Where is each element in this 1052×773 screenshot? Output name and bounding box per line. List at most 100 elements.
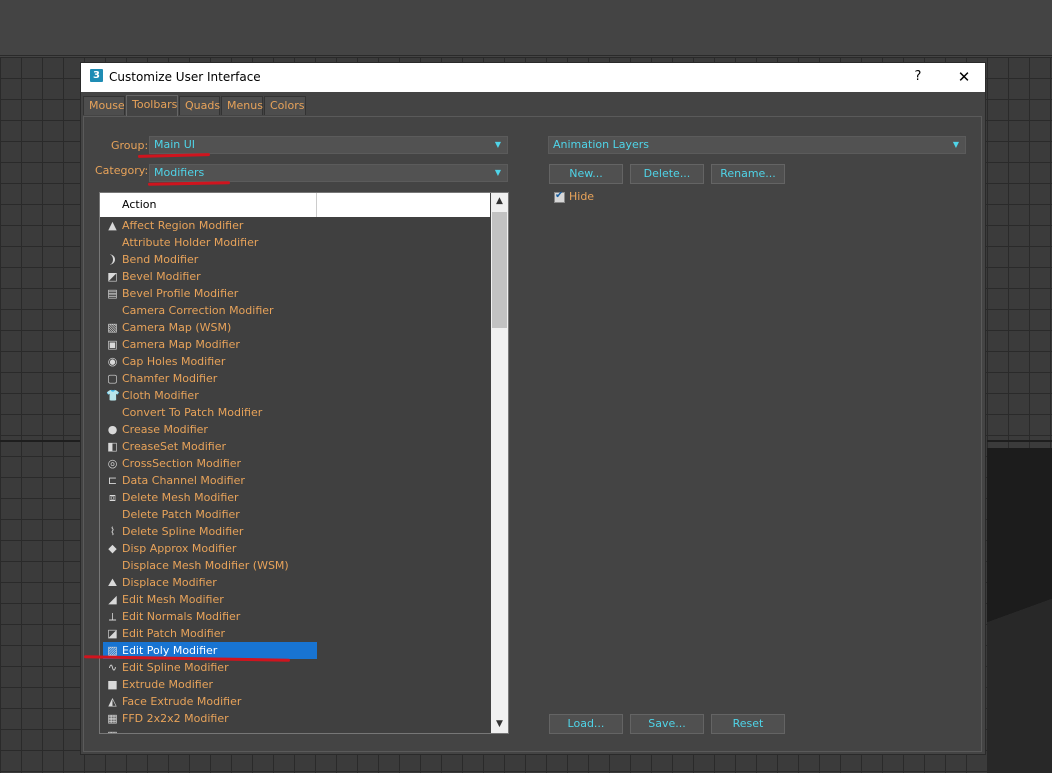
hide-checkbox[interactable]	[554, 190, 565, 203]
list-item-label: Cloth Modifier	[122, 389, 199, 402]
list-item[interactable]: ◆ Disp Approx Modifier	[100, 540, 490, 557]
list-item[interactable]: ▧ Camera Map (WSM)	[100, 319, 490, 336]
edit-patch-icon: ◪	[107, 627, 118, 640]
tab-menus[interactable]: Menus	[221, 96, 263, 115]
list-item[interactable]: ▤ Bevel Profile Modifier	[100, 285, 490, 302]
chevron-down-icon: ▼	[494, 168, 501, 177]
list-item-label: Edit Spline Modifier	[122, 661, 229, 674]
list-item[interactable]: ⧈ Delete Mesh Modifier	[100, 489, 490, 506]
list-item[interactable]: ❩ Bend Modifier	[100, 251, 490, 268]
list-item[interactable]: ▣ Camera Map Modifier	[100, 336, 490, 353]
list-item[interactable]: ◧ CreaseSet Modifier	[100, 438, 490, 455]
new-toolbar-button[interactable]: New...	[549, 164, 623, 184]
list-item[interactable]: Camera Correction Modifier	[100, 302, 490, 319]
list-item-label: FFD 2x2x2 Modifier	[122, 712, 229, 725]
chevron-down-icon: ▼	[494, 140, 501, 149]
list-item[interactable]: ⌇ Delete Spline Modifier	[100, 523, 490, 540]
list-item[interactable]: ◉ Cap Holes Modifier	[100, 353, 490, 370]
list-item-label: Bend Modifier	[122, 253, 199, 266]
delete-toolbar-button[interactable]: Delete...	[630, 164, 704, 184]
list-item[interactable]: ▦	[100, 727, 490, 733]
list-item[interactable]: ⛰ Displace Modifier	[100, 574, 490, 591]
category-dropdown[interactable]: Modifiers ▼	[149, 164, 508, 182]
crease-icon: ●	[107, 423, 118, 436]
list-item[interactable]: ◎ CrossSection Modifier	[100, 455, 490, 472]
edit-mesh-icon: ◢	[108, 593, 117, 606]
viewport-ground-plane	[987, 448, 1052, 773]
list-item[interactable]: ◪ Edit Patch Modifier	[100, 625, 490, 642]
help-button[interactable]: ?	[908, 67, 928, 87]
chevron-down-icon: ▼	[952, 140, 959, 149]
tab-toolbars[interactable]: Toolbars	[126, 95, 178, 116]
crosssection-icon: ◎	[107, 457, 118, 470]
list-item-label: Chamfer Modifier	[122, 372, 218, 385]
hide-label: Hide	[569, 190, 595, 203]
list-item[interactable]: ■ Extrude Modifier	[100, 676, 490, 693]
list-item-label: Crease Modifier	[122, 423, 208, 436]
list-item[interactable]: ⟂ Edit Normals Modifier	[100, 608, 490, 625]
cloth-icon: 👕	[106, 389, 120, 402]
list-item[interactable]: ▦ FFD 2x2x2 Modifier	[100, 710, 490, 727]
scroll-up-icon[interactable]: ▲	[491, 193, 508, 210]
list-item-label: Extrude Modifier	[122, 678, 213, 691]
data-channel-icon: ⊏	[107, 474, 118, 487]
list-item[interactable]: ▢ Chamfer Modifier	[100, 370, 490, 387]
scroll-thumb[interactable]	[492, 212, 507, 328]
dialog-titlebar[interactable]: 3 Customize User Interface ? ✕	[81, 63, 985, 92]
list-item-label: Camera Map (WSM)	[122, 321, 232, 334]
tab-quads[interactable]: Quads	[179, 96, 220, 115]
list-item-label: Displace Mesh Modifier (WSM)	[122, 559, 289, 572]
delete-spline-icon: ⌇	[109, 525, 116, 538]
tab-colors[interactable]: Colors	[264, 96, 306, 115]
load-button[interactable]: Load...	[549, 714, 623, 734]
tab-mouse[interactable]: Mouse	[83, 96, 125, 115]
list-item-label: Edit Patch Modifier	[122, 627, 225, 640]
list-item-label: CreaseSet Modifier	[122, 440, 227, 453]
scroll-down-icon[interactable]: ▼	[491, 716, 508, 733]
list-item[interactable]: 👕 Cloth Modifier	[100, 387, 490, 404]
save-button[interactable]: Save...	[630, 714, 704, 734]
action-list[interactable]: Action ▲ Affect Region Modifier Attribute …	[99, 192, 509, 734]
reset-button[interactable]: Reset	[711, 714, 785, 734]
customize-ui-dialog: 3 Customize User Interface ? ✕ Mouse Too…	[80, 62, 986, 755]
rename-toolbar-button[interactable]: Rename...	[711, 164, 785, 184]
disp-approx-icon: ◆	[108, 542, 117, 555]
displace-icon: ⛰	[107, 576, 118, 589]
ffd-icon: ▦	[107, 712, 118, 725]
list-item[interactable]: ● Crease Modifier	[100, 421, 490, 438]
camera-map-icon: ▣	[107, 338, 118, 351]
list-item-label: Delete Mesh Modifier	[122, 491, 239, 504]
list-scrollbar[interactable]: ▲ ▼	[491, 193, 508, 733]
bevel-profile-icon: ▤	[107, 287, 118, 300]
list-item-label: Edit Mesh Modifier	[122, 593, 224, 606]
creaseset-icon: ◧	[107, 440, 118, 453]
list-item[interactable]: ◩ Bevel Modifier	[100, 268, 490, 285]
list-item-label: Camera Correction Modifier	[122, 304, 274, 317]
app-logo-icon: 3	[90, 69, 103, 82]
affect-region-icon: ▲	[108, 219, 117, 232]
list-item[interactable]: Delete Patch Modifier	[100, 506, 490, 523]
list-item-label: Bevel Modifier	[122, 270, 201, 283]
list-item-label: Data Channel Modifier	[122, 474, 245, 487]
bend-icon: ❩	[107, 253, 118, 266]
list-item[interactable]: Displace Mesh Modifier (WSM)	[100, 557, 490, 574]
toolbar-dropdown[interactable]: Animation Layers ▼	[548, 136, 966, 154]
toolbar-dropdown-value: Animation Layers	[553, 138, 649, 151]
viewport-divider	[0, 440, 80, 442]
dialog-title: Customize User Interface	[109, 70, 261, 84]
list-item[interactable]: ∿ Edit Spline Modifier	[100, 659, 490, 676]
list-item-label: Edit Normals Modifier	[122, 610, 241, 623]
list-item[interactable]: Convert To Patch Modifier	[100, 404, 490, 421]
list-item[interactable]: ◭ Face Extrude Modifier	[100, 693, 490, 710]
list-item-label: Displace Modifier	[122, 576, 217, 589]
column-header-action[interactable]: Action	[100, 193, 317, 217]
category-dropdown-value: Modifiers	[154, 166, 205, 179]
group-dropdown[interactable]: Main UI ▼	[149, 136, 508, 154]
list-item[interactable]: ▲ Affect Region Modifier	[100, 217, 490, 234]
close-button[interactable]: ✕	[948, 66, 980, 88]
list-item[interactable]: ⊏ Data Channel Modifier	[100, 472, 490, 489]
list-item[interactable]: Attribute Holder Modifier	[100, 234, 490, 251]
group-label: Group:	[111, 139, 149, 152]
camera-map-wsm-icon: ▧	[107, 321, 118, 334]
list-item[interactable]: ◢ Edit Mesh Modifier	[100, 591, 490, 608]
